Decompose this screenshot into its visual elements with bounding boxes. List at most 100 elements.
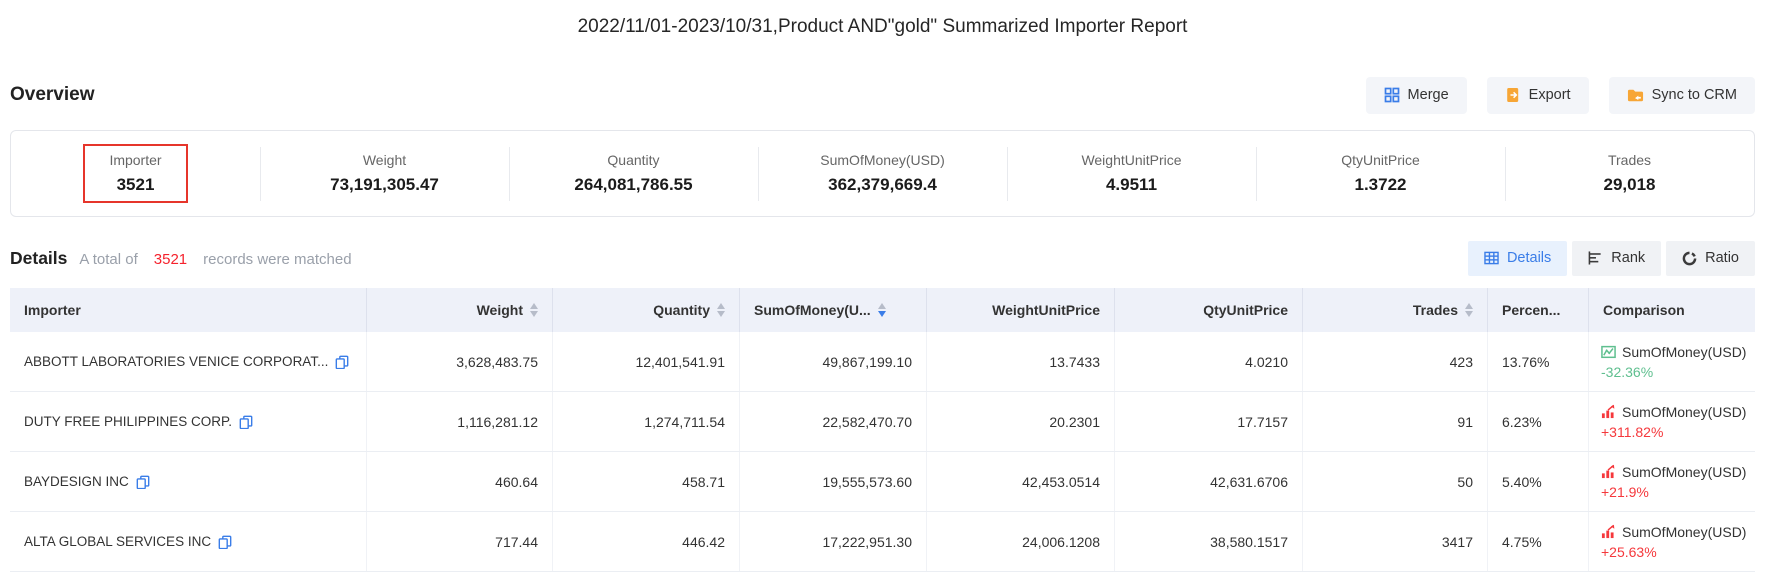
sort-up-icon <box>717 303 725 309</box>
cell-weight_unit_price: 20.2301 <box>927 392 1115 451</box>
sort-carets-icon <box>878 303 886 317</box>
column-header-weight[interactable]: Weight <box>367 288 553 332</box>
cell-comparison: SumOfMoney(USD)-32.36% <box>1589 332 1755 391</box>
details-header-row: Details A total of 3521 records were mat… <box>10 240 1755 276</box>
column-header-qty_unit_price: QtyUnitPrice <box>1115 288 1303 332</box>
cell-quantity: 458.71 <box>553 452 740 511</box>
cell-sum_of_money: 49,867,199.10 <box>740 332 927 391</box>
stat-box: QtyUnitPrice1.3722 <box>1315 144 1446 203</box>
sync-to-crm-button[interactable]: Sync to CRM <box>1609 77 1755 114</box>
cell-comparison: SumOfMoney(USD) +311.82% <box>1589 392 1755 451</box>
cell-qty_unit_price: 17.7157 <box>1115 392 1303 451</box>
export-icon <box>1505 87 1521 103</box>
table-row[interactable]: BAYDESIGN INC460.64458.7119,555,573.6042… <box>10 452 1755 512</box>
sort-carets-icon <box>717 303 725 317</box>
cell-trades: 423 <box>1303 332 1488 391</box>
ratio-donut-icon <box>1682 251 1697 266</box>
trend-down-icon <box>1601 344 1616 359</box>
table-row[interactable]: ABBOTT LABORATORIES VENICE CORPORAT...3,… <box>10 332 1755 392</box>
trend-up-icon <box>1601 464 1616 479</box>
comparison-metric-label: SumOfMoney(USD) <box>1622 404 1746 420</box>
export-button[interactable]: Export <box>1487 77 1589 114</box>
cell-weight: 1,116,281.12 <box>367 392 553 451</box>
stat-box: Quantity264,081,786.55 <box>548 144 718 203</box>
cell-importer: ALTA GLOBAL SERVICES INC <box>10 512 367 571</box>
stat-label: Quantity <box>607 152 659 168</box>
cell-trades: 3417 <box>1303 512 1488 571</box>
sort-carets-icon <box>1465 303 1473 317</box>
match-count: 3521 <box>150 251 191 268</box>
tab-rank[interactable]: Rank <box>1572 241 1661 276</box>
highlight-red-box: Importer 3521 <box>83 144 187 203</box>
cell-qty_unit_price: 42,631.6706 <box>1115 452 1303 511</box>
comparison-change-value: +25.63% <box>1601 544 1657 560</box>
overview-stat-quantity: Quantity264,081,786.55 <box>509 131 758 216</box>
tab-ratio[interactable]: Ratio <box>1666 241 1755 276</box>
importer-name: DUTY FREE PHILIPPINES CORP. <box>24 414 232 429</box>
importer-report-page: 2022/11/01-2023/10/31,Product AND"gold" … <box>0 0 1765 573</box>
copy-icon[interactable] <box>335 355 349 369</box>
table-body: ABBOTT LABORATORIES VENICE CORPORAT...3,… <box>10 332 1755 572</box>
column-header-percent: Percen... <box>1488 288 1589 332</box>
merge-button-label: Merge <box>1408 87 1449 103</box>
cell-quantity: 446.42 <box>553 512 740 571</box>
cell-weight: 3,628,483.75 <box>367 332 553 391</box>
column-header-sum_of_money[interactable]: SumOfMoney(U... <box>740 288 927 332</box>
cell-weight_unit_price: 13.7433 <box>927 332 1115 391</box>
importer-table: ImporterWeightQuantitySumOfMoney(U...Wei… <box>10 288 1755 572</box>
stat-label: SumOfMoney(USD) <box>820 152 944 168</box>
stat-label: Importer <box>109 152 161 168</box>
comparison-metric-label: SumOfMoney(USD) <box>1622 524 1746 540</box>
sort-up-icon <box>878 303 886 309</box>
stat-value: 29,018 <box>1604 175 1656 195</box>
copy-icon[interactable] <box>239 415 253 429</box>
stat-value: 73,191,305.47 <box>330 175 439 195</box>
cell-importer: BAYDESIGN INC <box>10 452 367 511</box>
sort-carets-icon <box>530 303 538 317</box>
tab-rank-label: Rank <box>1611 250 1645 266</box>
table-row[interactable]: DUTY FREE PHILIPPINES CORP.1,116,281.121… <box>10 392 1755 452</box>
details-summary: Details A total of 3521 records were mat… <box>10 248 352 269</box>
column-header-quantity[interactable]: Quantity <box>553 288 740 332</box>
comparison-change-value: +311.82% <box>1601 424 1663 440</box>
cell-percent: 5.40% <box>1488 452 1589 511</box>
stat-label: WeightUnitPrice <box>1081 152 1181 168</box>
column-header-importer: Importer <box>10 288 367 332</box>
column-header-label: Percen... <box>1502 302 1560 318</box>
sort-up-icon <box>530 303 538 309</box>
stat-label: Weight <box>363 152 406 168</box>
view-switcher: Details Rank <box>1468 241 1755 276</box>
details-heading: Details <box>10 248 67 269</box>
cell-qty_unit_price: 38,580.1517 <box>1115 512 1303 571</box>
stat-label: QtyUnitPrice <box>1341 152 1420 168</box>
page-title: 2022/11/01-2023/10/31,Product AND"gold" … <box>0 16 1765 38</box>
column-header-label: SumOfMoney(U... <box>754 302 871 318</box>
overview-stat-sumofmoney-usd-: SumOfMoney(USD)362,379,669.4 <box>758 131 1007 216</box>
cell-quantity: 1,274,711.54 <box>553 392 740 451</box>
column-header-trades[interactable]: Trades <box>1303 288 1488 332</box>
match-suffix: records were matched <box>203 251 351 268</box>
table-header-row: ImporterWeightQuantitySumOfMoney(U...Wei… <box>10 288 1755 332</box>
cell-comparison: SumOfMoney(USD)+21.9% <box>1589 452 1755 511</box>
sync-to-crm-icon <box>1627 88 1644 103</box>
comparison-metric-label: SumOfMoney(USD) <box>1622 344 1746 360</box>
overview-stat-weightunitprice: WeightUnitPrice4.9511 <box>1007 131 1256 216</box>
table-row[interactable]: ALTA GLOBAL SERVICES INC717.44446.4217,2… <box>10 512 1755 572</box>
merge-button[interactable]: Merge <box>1366 77 1467 114</box>
cell-weight_unit_price: 42,453.0514 <box>927 452 1115 511</box>
sort-down-icon <box>1465 311 1473 317</box>
stat-box: SumOfMoney(USD)362,379,669.4 <box>794 144 970 203</box>
overview-stat-trades: Trades 29,018 <box>1505 131 1754 216</box>
tab-details[interactable]: Details <box>1468 241 1567 276</box>
overview-heading: Overview <box>10 84 95 106</box>
copy-icon[interactable] <box>218 535 232 549</box>
stat-value: 3521 <box>117 175 155 195</box>
copy-icon[interactable] <box>136 475 150 489</box>
column-header-label: Trades <box>1413 302 1458 318</box>
stat-label: Trades <box>1608 152 1651 168</box>
cell-qty_unit_price: 4.0210 <box>1115 332 1303 391</box>
cell-percent: 4.75% <box>1488 512 1589 571</box>
importer-name: ALTA GLOBAL SERVICES INC <box>24 534 211 549</box>
comparison-metric: SumOfMoney(USD) <box>1601 524 1746 540</box>
cell-percent: 13.76% <box>1488 332 1589 391</box>
